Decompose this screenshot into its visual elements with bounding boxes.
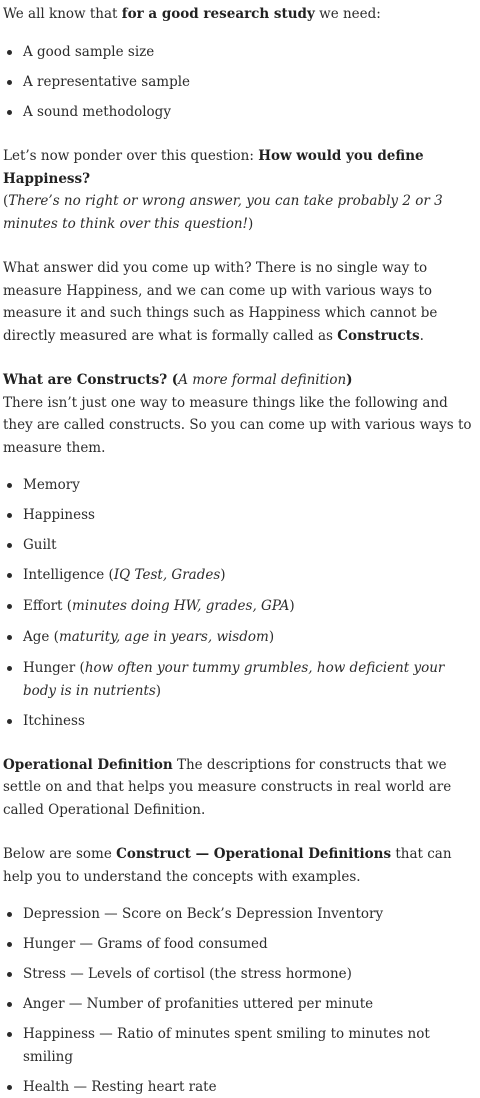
list-item: A sound methodology [23,101,477,124]
list-item: Intelligence (IQ Test, Grades) [23,564,477,587]
constructs-term: Constructs [337,328,419,344]
constructs-heading: What are Constructs? (A more formal defi… [3,369,477,392]
requirements-list: A good sample size A representative samp… [3,41,477,124]
list-item: Itchiness [23,710,477,733]
examples-list: Depression — Score on Beck’s Depression … [3,903,477,1098]
list-item: Health — Resting heart rate [23,1076,477,1098]
constructs-body: There isn’t just one way to measure thin… [3,392,477,460]
answer-paragraph: What answer did you come up with? There … [3,257,477,347]
question-note: There’s no right or wrong answer, you ca… [3,193,443,232]
list-item: A good sample size [23,41,477,64]
list-item: Memory [23,474,477,497]
list-item: Hunger (how often your tummy grumbles, h… [23,657,477,702]
list-item: A representative sample [23,71,477,94]
list-item: Anger — Number of profanities uttered pe… [23,993,477,1016]
article-body: We all know that for a good research stu… [0,0,480,1098]
examples-intro-paragraph: Below are some Construct — Operational D… [3,843,477,888]
list-item: Effort (minutes doing HW, grades, GPA) [23,595,477,618]
question-paragraph: Let’s now ponder over this question: How… [3,145,477,235]
list-item: Stress — Levels of cortisol (the stress … [23,963,477,986]
intro-bold: for a good research study [122,6,315,22]
list-item: Guilt [23,534,477,557]
operational-term: Operational Definition [3,757,173,773]
list-item: Hunger — Grams of food consumed [23,933,477,956]
list-item: Happiness [23,504,477,527]
list-item: Depression — Score on Beck’s Depression … [23,903,477,926]
operational-paragraph: Operational Definition The descriptions … [3,754,477,822]
list-item: Happiness — Ratio of minutes spent smili… [23,1023,477,1068]
examples-term: Construct — Operational Definitions [116,846,391,862]
construct-list: Memory Happiness Guilt Intelligence (IQ … [3,474,477,733]
list-item: Age (maturity, age in years, wisdom) [23,626,477,649]
intro-paragraph: We all know that for a good research stu… [3,3,477,26]
